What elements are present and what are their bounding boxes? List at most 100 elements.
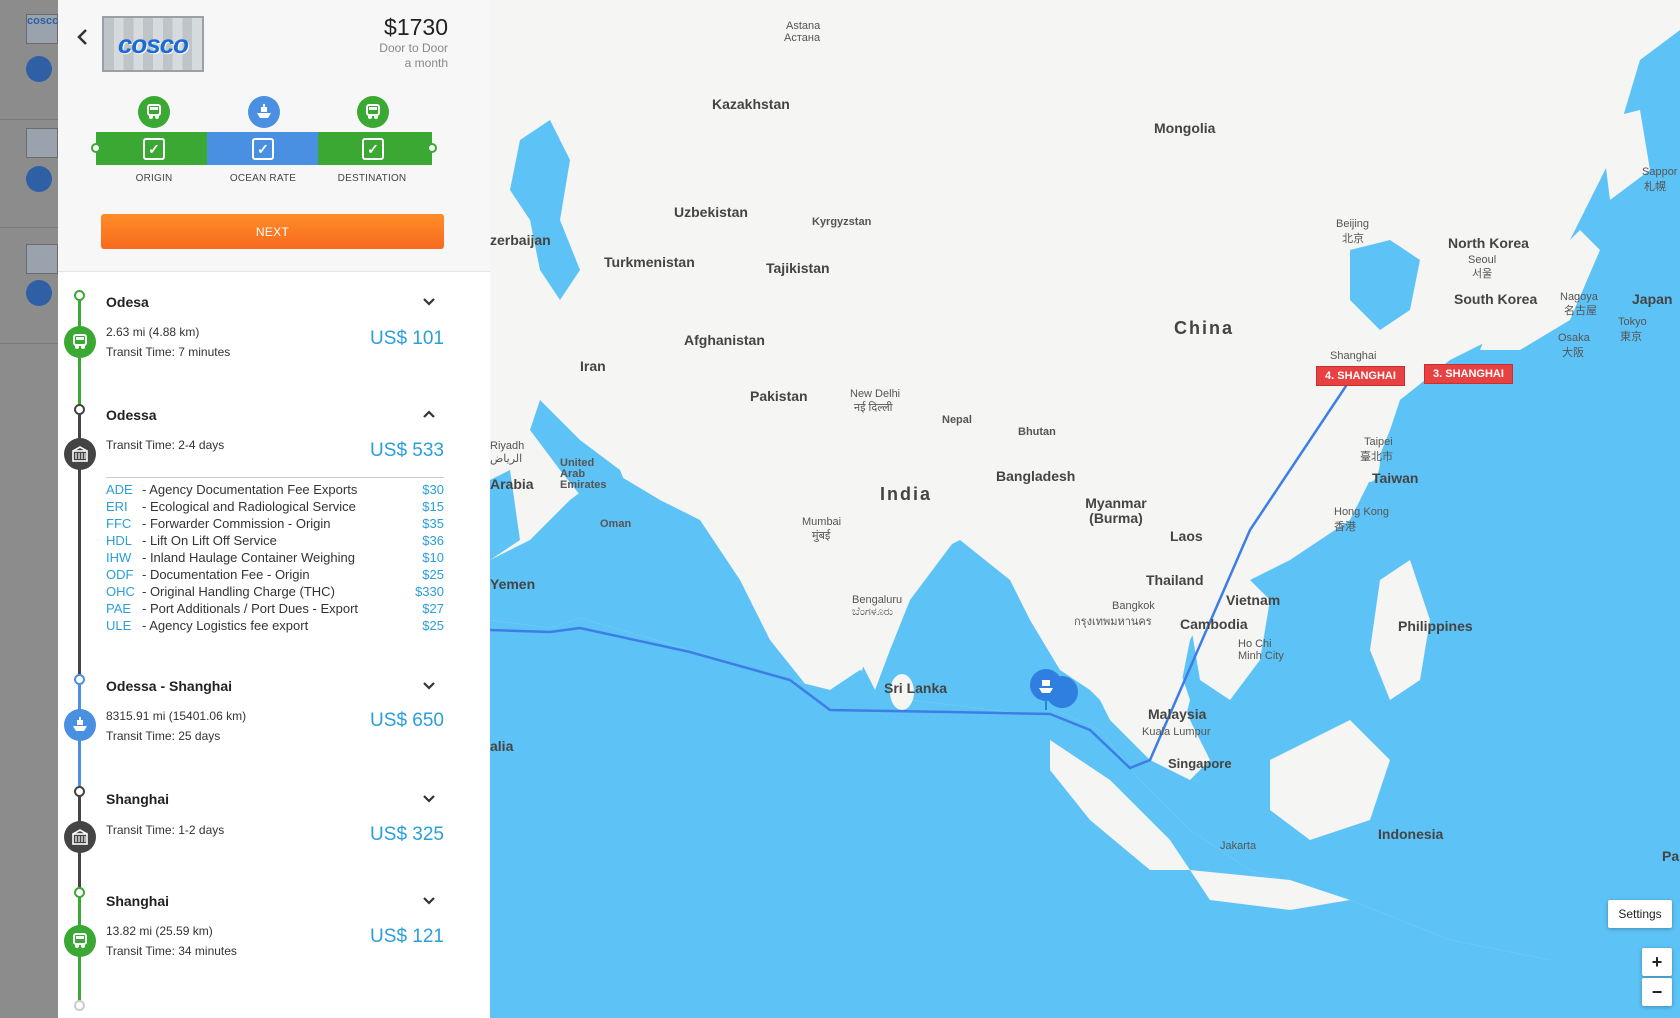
carrier-logo: cosco [26, 14, 58, 44]
country-label: Bangladesh [996, 468, 1076, 484]
bar-end-dot [427, 143, 437, 153]
truck-icon [64, 925, 96, 957]
service-type: Door to Door [379, 41, 448, 55]
zoom-in-button[interactable]: + [1642, 948, 1672, 976]
chevron-down-icon[interactable] [422, 678, 436, 694]
country-label: Bhutan [1018, 426, 1056, 438]
leg-title: Shanghai [106, 791, 170, 807]
city-label: 札幌 [1644, 181, 1666, 193]
city-label: Beijing [1336, 218, 1370, 230]
fee-breakdown: ADE - Agency Documentation Fee Exports $30… [106, 477, 444, 634]
country-label: Pa [1662, 848, 1680, 864]
chevron-up-icon[interactable] [422, 406, 436, 422]
city-label: Taipei [1364, 436, 1393, 448]
city-label: กรุงเทพมหานคร [1074, 616, 1152, 628]
city-label: Riyadh [490, 440, 525, 452]
country-label: Malaysia [1148, 706, 1207, 722]
country-label: China [1174, 318, 1235, 338]
fee-row: HDL - Lift On Lift Off Service $36 [106, 533, 444, 548]
fee-row: PAE - Port Additionals / Port Dues - Expo… [106, 601, 444, 616]
city-label: الرياض [490, 453, 523, 465]
route-badge[interactable]: 4. SHANGHAI [1316, 366, 1405, 386]
step-label-destination: DESTINATION [337, 173, 407, 184]
city-label: Bengaluru [852, 594, 903, 606]
country-label: Yemen [490, 576, 536, 592]
result-card[interactable]: cosco [0, 0, 58, 120]
chevron-down-icon[interactable] [422, 893, 436, 909]
timeline-node [74, 674, 85, 685]
city-label: नई दिल्ली [854, 402, 893, 414]
city-label: Mumbai [802, 516, 842, 528]
leg-distance: 13.82 mi (25.59 km) [106, 924, 213, 938]
leg-price: US$ 650 [370, 710, 444, 731]
route-map[interactable]: Kazakhstan Mongolia Uzbekistan Kyrgyzsta… [490, 0, 1680, 1018]
city-label: Hong Kong [1334, 506, 1390, 518]
leg-price: US$ 121 [370, 926, 444, 947]
map-settings-button[interactable]: Settings [1608, 900, 1672, 928]
route-badge[interactable]: 3. SHANGHAI [1424, 364, 1513, 384]
country-label: Iran [580, 358, 606, 374]
country-label: Nepal [942, 414, 972, 426]
city-label: 北京 [1342, 233, 1364, 245]
zoom-out-button[interactable]: − [1642, 978, 1672, 1006]
city-label: Kuala Lumpur [1142, 726, 1211, 738]
country-label: zerbaijan [490, 232, 551, 248]
port-icon [64, 821, 96, 853]
fee-row: IHW - Inland Haulage Container Weighing $1… [106, 550, 444, 565]
quote-detail-panel: cosco $1730 Door to Door a month ✓ ✓ ✓ O… [58, 0, 490, 1018]
city-label: ಬೆಂಗಳೂರು [852, 606, 894, 618]
ocean-rate-checkbox[interactable]: ✓ [252, 138, 274, 160]
step-label-origin: ORIGIN [135, 173, 173, 184]
country-label: India [880, 484, 933, 504]
city-label: Singapore [1168, 756, 1232, 771]
ship-icon [64, 709, 96, 741]
country-label: Japan [1632, 291, 1673, 307]
fee-row: ADE - Agency Documentation Fee Exports $30 [106, 482, 444, 497]
country-label: South Korea [1454, 291, 1538, 307]
city-label: 香港 [1334, 521, 1356, 533]
city-label: Tokyo [1618, 316, 1647, 328]
quote-header: cosco $1730 Door to Door a month ✓ ✓ ✓ O… [58, 0, 490, 272]
price-period: a month [404, 56, 448, 70]
country-label: Laos [1170, 528, 1203, 544]
origin-truck-icon [138, 96, 170, 128]
city-label: Астана [784, 32, 821, 44]
bar-start-dot [91, 143, 101, 153]
next-button[interactable]: NEXT [101, 214, 444, 249]
country-label: Philippines [1398, 618, 1473, 634]
country-label: Thailand [1146, 572, 1204, 588]
country-label: Turkmenistan [604, 254, 695, 270]
leg-transit-time: Transit Time: 2-4 days [106, 438, 225, 452]
city-label: Sappor [1642, 166, 1678, 178]
back-button[interactable] [72, 26, 94, 48]
ship-icon [26, 56, 52, 82]
timeline-node [74, 290, 85, 301]
leg-title: Odessa [106, 407, 157, 423]
result-card[interactable] [0, 108, 58, 228]
country-label: Myanmar (Burma) [1085, 495, 1147, 526]
chevron-down-icon[interactable] [422, 294, 436, 310]
chevron-left-icon [77, 29, 87, 45]
city-label: Jakarta [1220, 840, 1257, 852]
carrier-logo: cosco [102, 16, 204, 72]
city-label: Osaka [1558, 332, 1590, 344]
fee-row: ULE - Agency Logistics fee export $25 [106, 618, 444, 633]
country-label: Uzbekistan [674, 204, 748, 220]
destination-checkbox[interactable]: ✓ [362, 138, 384, 160]
ship-icon [26, 166, 52, 192]
city-label: Astana [786, 20, 821, 32]
timeline-node [74, 1000, 85, 1011]
country-label: Indonesia [1378, 826, 1444, 842]
port-icon [64, 438, 96, 470]
timeline-node [74, 786, 85, 797]
result-list-strip: cosco [0, 0, 58, 1018]
result-card[interactable] [0, 224, 58, 344]
chevron-down-icon[interactable] [422, 791, 436, 807]
leg-price: US$ 325 [370, 824, 444, 845]
country-label: Vietnam [1226, 592, 1281, 608]
fee-row: OHC - Original Handling Charge (THC) $330 [106, 584, 444, 599]
leg-transit-time: Transit Time: 1-2 days [106, 823, 225, 837]
carrier-logo [26, 128, 58, 158]
country-label: Mongolia [1154, 120, 1216, 136]
origin-checkbox[interactable]: ✓ [143, 138, 165, 160]
